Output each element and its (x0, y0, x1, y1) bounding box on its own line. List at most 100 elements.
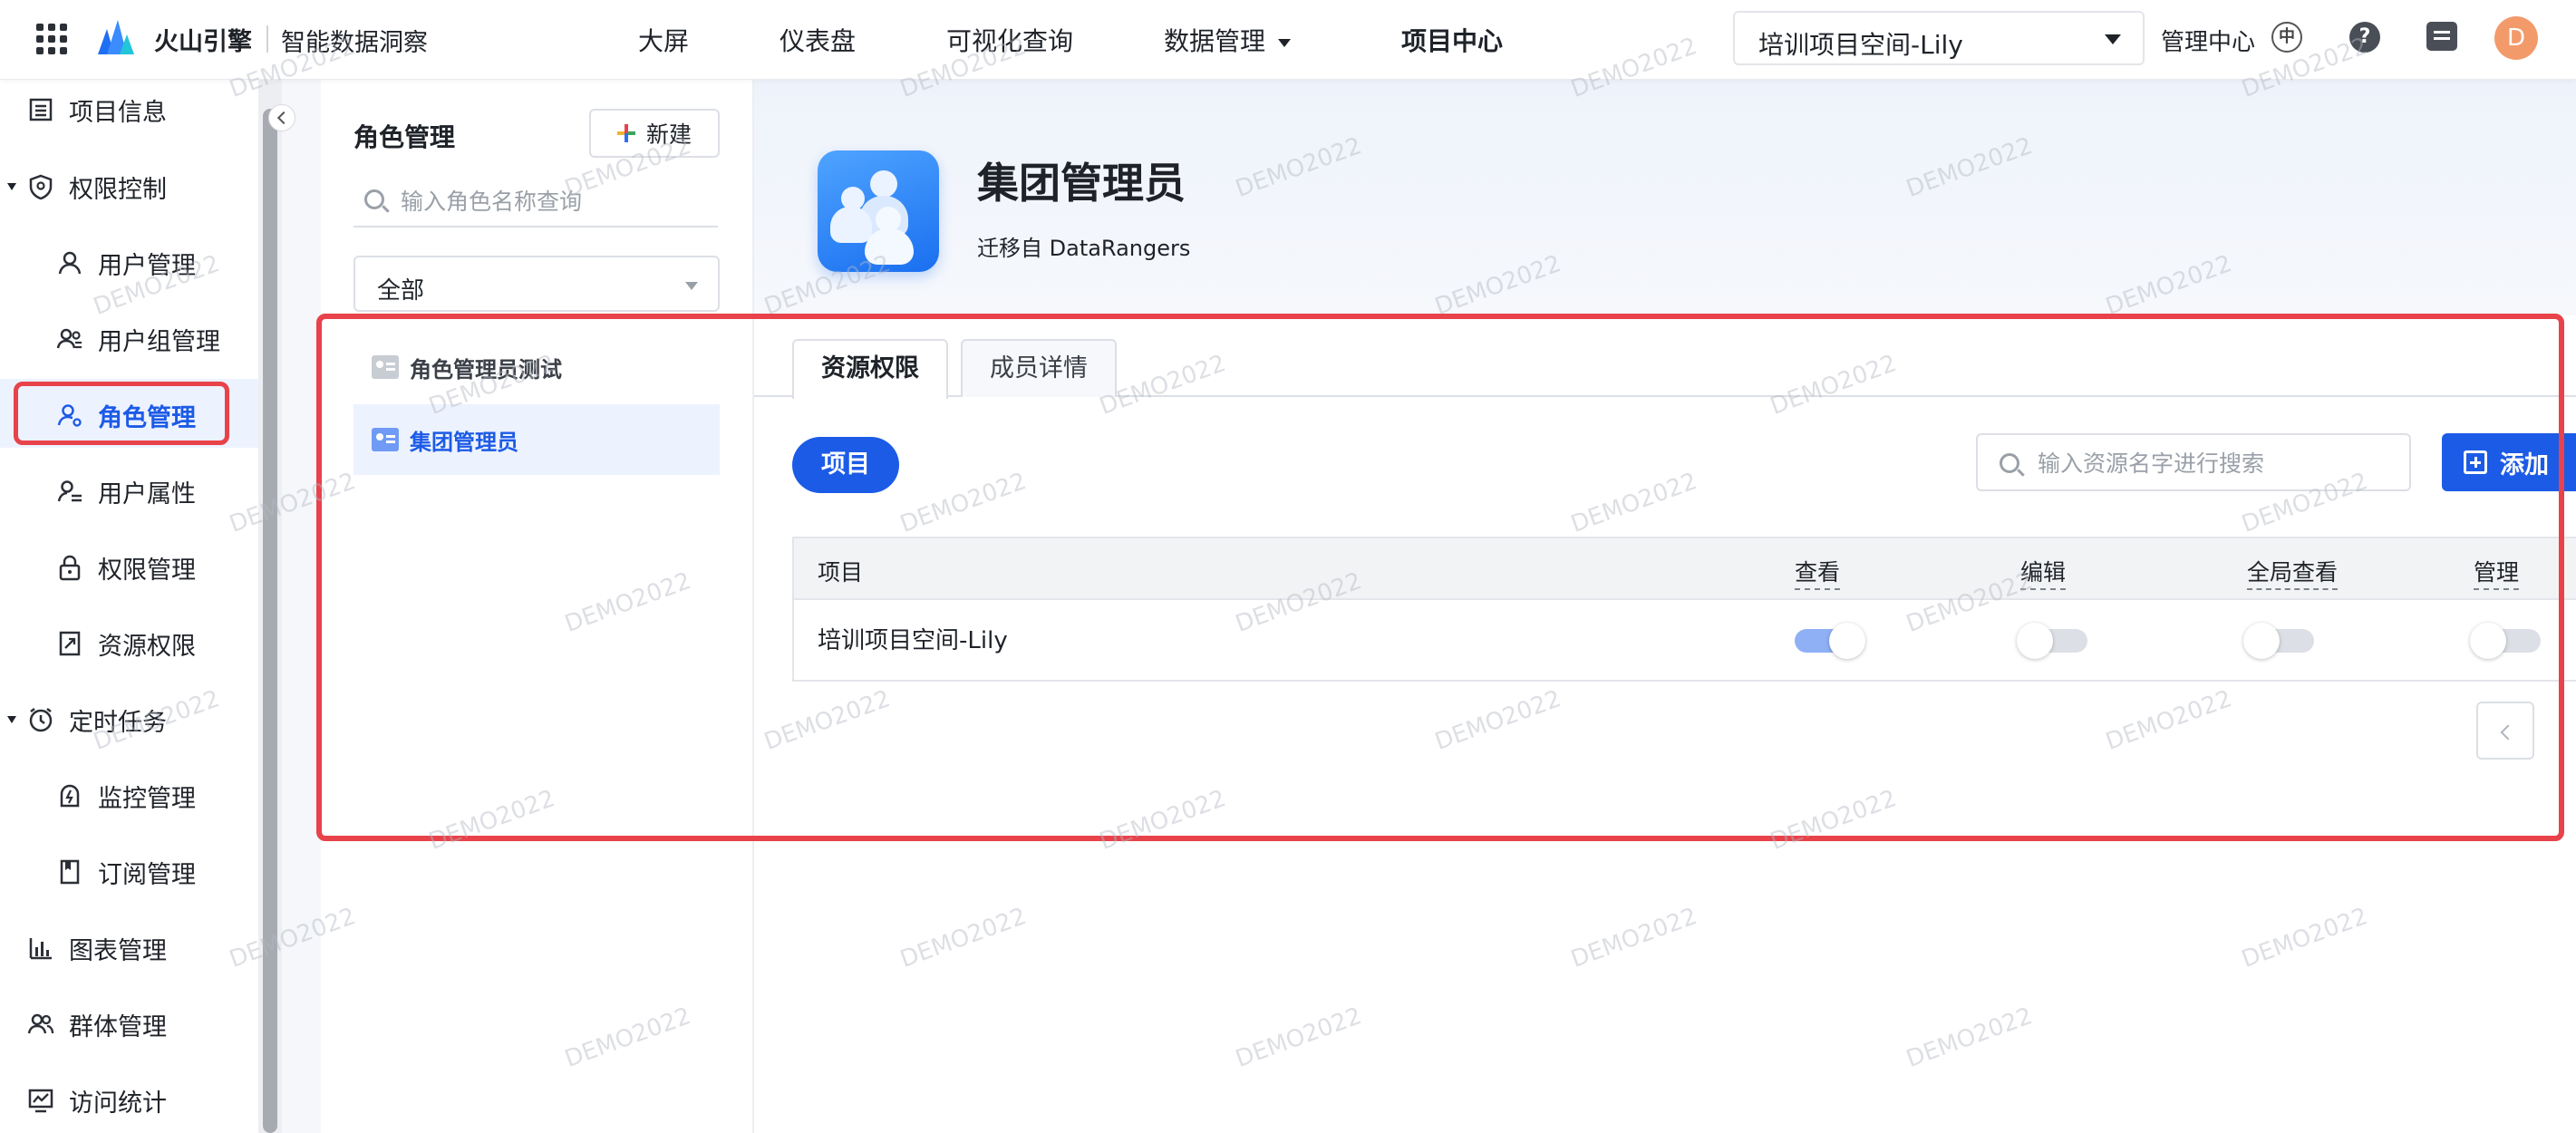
nav-project-center[interactable]: 项目中心 (1401, 22, 1503, 58)
tab-member-details[interactable]: 成员详情 (961, 339, 1117, 397)
sidebar-item-access-statistics[interactable]: 访问统计 (27, 1073, 167, 1128)
role-detail: 集团管理员 迁移自 DataRangers 资源权限 成员详情 项目 添加 项目… (754, 80, 2576, 1133)
role-filter-value: 全部 (377, 277, 425, 305)
role-list-panel: 角色管理 新建 全部 角色管理员测试 集团管理员 (321, 80, 754, 1133)
sidebar-item-label: 资源权限 (98, 632, 196, 661)
edit-permission-toggle[interactable] (2017, 623, 2087, 659)
role-card-icon (372, 355, 399, 379)
sidebar-item-chart-management[interactable]: 图表管理 (27, 921, 167, 975)
role-search-input[interactable] (401, 184, 709, 218)
sidebar-item-permission-control[interactable]: 权限控制 (27, 160, 167, 214)
detail-tabs: 资源权限 成员详情 (754, 339, 2576, 399)
nav-dashboard[interactable]: 仪表盘 (780, 22, 856, 58)
new-role-label: 新建 (645, 121, 692, 148)
sidebar-item-label: 订阅管理 (98, 860, 196, 889)
nav-big-screen[interactable]: 大屏 (638, 22, 689, 58)
sidebar-item-user-attributes[interactable]: 用户属性 (56, 464, 196, 518)
plus-icon (616, 124, 635, 142)
top-navigation-bar: 火山引擎 智能数据洞察 大屏 仪表盘 可视化查询 数据管理 项目中心 培训项目空… (0, 0, 2576, 80)
resource-type-project-button[interactable]: 项目 (792, 437, 899, 493)
sidebar-item-resource-permission[interactable]: 资源权限 (56, 616, 196, 671)
brand-divider (266, 25, 268, 53)
search-icon (364, 189, 384, 209)
sidebar-item-user-group-management[interactable]: 用户组管理 (56, 312, 220, 366)
role-avatar-icon (818, 150, 939, 272)
role-filter-select[interactable]: 全部 (353, 256, 720, 312)
column-header-edit[interactable]: 编辑 (2020, 555, 2067, 590)
tab-resource-permission[interactable]: 资源权限 (792, 339, 948, 399)
brand-name: 火山引擎 (154, 28, 252, 56)
project-select-value: 培训项目空间-Lily (1758, 30, 1963, 60)
product-name: 智能数据洞察 (281, 29, 428, 57)
message-icon[interactable] (2426, 22, 2457, 51)
help-icon[interactable]: ? (2349, 22, 2380, 53)
user-attribute-icon (57, 480, 82, 502)
sidebar-item-label: 群体管理 (69, 1012, 167, 1041)
project-select[interactable]: 培训项目空间-Lily (1733, 11, 2145, 65)
role-card-icon (372, 428, 399, 451)
sidebar-item-label: 图表管理 (69, 936, 167, 965)
sidebar-item-project-info[interactable]: 项目信息 (27, 82, 167, 137)
sidebar-item-scheduled-tasks[interactable]: 定时任务 (27, 692, 167, 747)
sidebar-scrollbar-thumb[interactable] (263, 109, 277, 1133)
sidebar: 项目信息 权限控制 用户管理 用户组管理 角色管理 用户属性 权限管理 资源权限… (0, 80, 258, 1133)
column-header-project: 项目 (818, 559, 864, 586)
user-group-icon (56, 328, 82, 349)
sidebar-item-label: 权限管理 (98, 556, 196, 585)
nav-visual-query[interactable]: 可视化查询 (946, 22, 1073, 58)
sidebar-item-monitor-management[interactable]: 监控管理 (56, 769, 196, 823)
bookmark-icon (60, 859, 80, 885)
pagination-prev-button[interactable] (2476, 702, 2534, 760)
sidebar-item-subscription-management[interactable]: 订阅管理 (56, 845, 196, 899)
sidebar-item-user-management[interactable]: 用户管理 (56, 236, 196, 290)
resource-icon (59, 631, 81, 656)
sidebar-item-label: 权限控制 (69, 175, 167, 204)
role-list-item-selected[interactable]: 集团管理员 (353, 404, 720, 475)
group-icon (27, 1013, 54, 1034)
list-icon (29, 98, 53, 121)
role-list-item[interactable]: 角色管理员测试 (353, 332, 720, 402)
add-resource-button[interactable]: 添加 (2442, 433, 2576, 491)
column-header-global-view[interactable]: 全局查看 (2247, 555, 2339, 590)
plus-square-icon (2464, 450, 2487, 474)
user-icon (58, 251, 82, 275)
search-icon (2000, 453, 2019, 473)
user-avatar[interactable]: D (2494, 16, 2538, 60)
column-header-manage[interactable]: 管理 (2474, 555, 2520, 590)
language-icon[interactable]: 中 (2271, 22, 2302, 53)
column-header-view[interactable]: 查看 (1795, 555, 1841, 590)
sidebar-item-label: 项目信息 (69, 98, 167, 127)
app-grid-icon[interactable] (34, 22, 67, 54)
role-item-label: 集团管理员 (410, 429, 518, 455)
view-permission-toggle[interactable] (1795, 623, 1865, 659)
role-search (353, 175, 718, 228)
role-name-title: 集团管理员 (977, 159, 1186, 208)
admin-center-link[interactable]: 管理中心 (2161, 24, 2255, 57)
row-project-name: 培训项目空间-Lily (818, 627, 1008, 654)
global-view-permission-toggle[interactable] (2243, 623, 2314, 659)
sidebar-item-label: 定时任务 (69, 708, 167, 737)
sidebar-item-label: 访问统计 (69, 1089, 167, 1118)
sidebar-item-permission-management[interactable]: 权限管理 (56, 540, 196, 595)
collapse-sidebar-button[interactable] (268, 104, 295, 131)
sidebar-item-label: 用户组管理 (98, 327, 220, 356)
expand-arrow-icon[interactable] (7, 716, 16, 723)
nav-data-management[interactable]: 数据管理 (1164, 22, 1292, 58)
manage-permission-toggle[interactable] (2470, 623, 2541, 659)
caret-down-icon (2105, 34, 2121, 44)
caret-down-icon (685, 282, 698, 290)
role-item-label: 角色管理员测试 (410, 356, 562, 383)
expand-arrow-icon[interactable] (7, 183, 16, 190)
sidebar-highlight-box (14, 382, 229, 445)
bar-chart-icon (29, 938, 52, 960)
resource-search (1976, 433, 2411, 491)
volcano-logo-icon (98, 20, 134, 54)
resource-search-input[interactable] (2038, 446, 2391, 480)
role-source-text: 迁移自 DataRangers (977, 236, 1191, 261)
sidebar-item-group-management[interactable]: 群体管理 (27, 997, 167, 1051)
stats-icon (28, 1089, 53, 1113)
clock-icon (29, 708, 53, 732)
shield-icon (29, 174, 53, 200)
new-role-button[interactable]: 新建 (589, 109, 720, 158)
sidebar-item-label: 用户管理 (98, 251, 196, 280)
